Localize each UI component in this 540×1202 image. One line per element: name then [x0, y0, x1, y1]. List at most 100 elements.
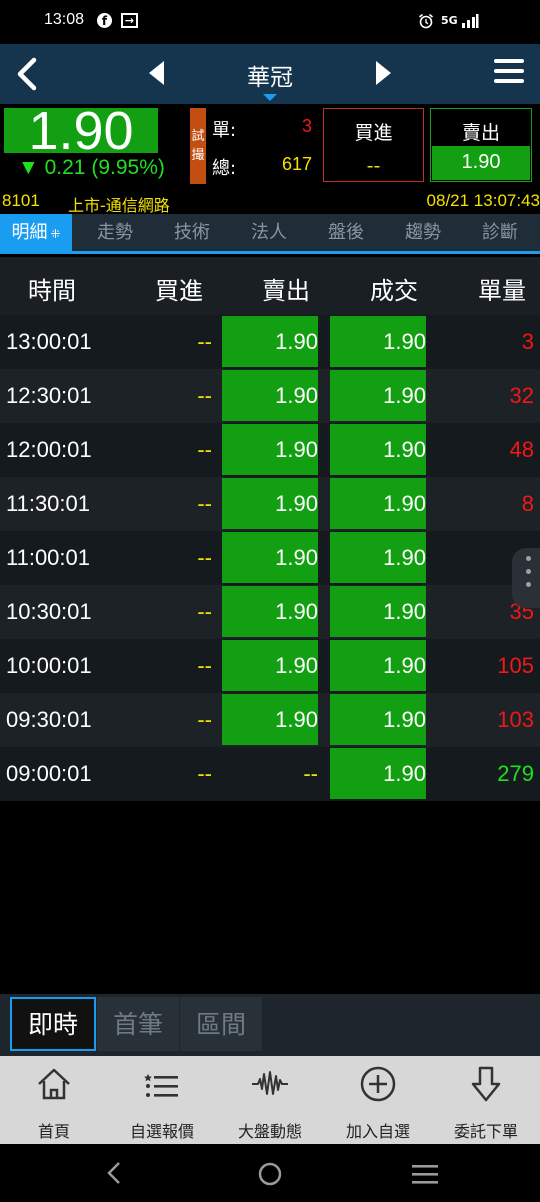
system-home-icon[interactable]: [257, 1161, 283, 1187]
ask-label: 賣出: [461, 122, 500, 144]
menu-icon[interactable]: [494, 59, 524, 89]
row-ask: 1.90: [222, 316, 318, 367]
row-time: 13:00:01: [6, 329, 92, 354]
tab-after-hours[interactable]: 盤後: [311, 214, 381, 251]
last-price: 1.90: [28, 101, 134, 161]
col-volume: 單量: [478, 277, 526, 305]
title-bar: 華冠: [0, 44, 540, 104]
row-bid: --: [197, 437, 212, 462]
nav-market[interactable]: 大盤動態: [216, 1056, 324, 1144]
back-arrow-icon[interactable]: [12, 56, 42, 92]
ask-value: 1.90: [461, 151, 501, 173]
row-time: 12:00:01: [6, 437, 92, 462]
table-header: 時間 買進 賣出 成交 單量: [0, 257, 540, 315]
row-volume: 3: [521, 329, 534, 354]
row-volume: 48: [509, 437, 534, 462]
table-row: 12:30:01 -- 1.90 1.90 32: [0, 369, 540, 423]
stock-code: 8101: [2, 191, 40, 210]
row-bid: --: [197, 383, 212, 408]
plus-circle-icon: [360, 1066, 396, 1102]
tab-diagnosis[interactable]: 診斷: [465, 214, 535, 251]
facebook-icon: f: [97, 13, 112, 28]
table-row: 09:00:01 -- -- 1.90 279: [0, 747, 540, 801]
segment-realtime[interactable]: 即時: [10, 997, 96, 1051]
row-time: 09:30:01: [6, 707, 92, 732]
status-time: 13:08: [44, 11, 85, 28]
col-ask: 賣出: [262, 277, 310, 305]
row-time: 12:30:01: [6, 383, 92, 408]
tab-trend[interactable]: 走勢: [80, 214, 150, 251]
row-trade: 1.90: [330, 694, 426, 745]
row-ask: 1.90: [222, 478, 318, 529]
row-time: 11:30:01: [6, 491, 91, 516]
row-volume: 279: [497, 761, 534, 786]
nav-market-label: 大盤動態: [237, 1122, 302, 1141]
page-title[interactable]: 華冠: [220, 58, 320, 92]
next-stock-icon[interactable]: [374, 60, 392, 86]
stock-info-row: 8101 上市-通信網路 08/21 13:07:43: [0, 190, 540, 215]
tab-details[interactable]: 明細 ⁜: [0, 214, 72, 251]
row-ask: 1.90: [222, 586, 318, 637]
tab-institutional[interactable]: 法人: [234, 214, 304, 251]
row-trade: 1.90: [330, 748, 426, 799]
market-category: 上市-通信網路: [68, 196, 170, 215]
tab-bar: 明細 ⁜ 走勢 技術 法人 盤後 趨勢 診斷: [0, 214, 540, 254]
home-icon: [38, 1068, 70, 1100]
exit-arrow-icon: →: [121, 13, 138, 28]
row-ask: 1.90: [222, 532, 318, 583]
system-navigation-bar: [0, 1144, 540, 1202]
single-volume-value: 3: [301, 116, 312, 136]
nav-home[interactable]: 首頁: [0, 1056, 108, 1144]
table-row: 09:30:01 -- 1.90 1.90 103: [0, 693, 540, 747]
row-time: 09:00:01: [6, 761, 92, 786]
tab-details-label: 明細: [11, 222, 48, 243]
table-row: 10:30:01 -- 1.90 1.90 35: [0, 585, 540, 639]
row-bid: --: [197, 329, 212, 354]
row-trade: 1.90: [330, 586, 426, 637]
system-back-icon[interactable]: [104, 1161, 124, 1185]
row-volume: 105: [497, 653, 534, 678]
table-row: 10:00:01 -- 1.90 1.90 105: [0, 639, 540, 693]
nav-home-label: 首頁: [37, 1122, 70, 1141]
range-segment: 即時 首筆 區間: [0, 994, 540, 1056]
tab-technical[interactable]: 技術: [157, 214, 227, 251]
table-row: 11:00:01 -- 1.90 1.90 4: [0, 531, 540, 585]
quote-panel: 1.90 ▼ 0.21 (9.95%) 試撮 單: 3 總: 617 買進 --…: [0, 101, 540, 190]
table-row: 12:00:01 -- 1.90 1.90 48: [0, 423, 540, 477]
row-volume: 103: [497, 707, 534, 732]
previous-stock-icon[interactable]: [148, 60, 166, 86]
network-type: 5G: [441, 14, 458, 27]
row-bid: --: [197, 599, 212, 624]
nav-order-label: 委託下單: [453, 1122, 518, 1141]
row-trade: 1.90: [330, 316, 426, 367]
ask-value-box: 1.90: [432, 146, 530, 180]
row-trade: 1.90: [330, 424, 426, 475]
status-bar: 13:08 f → 5G: [0, 0, 540, 44]
bid-label: 買進: [354, 122, 393, 144]
row-volume: 32: [509, 383, 534, 408]
tab-tendency[interactable]: 趨勢: [388, 214, 458, 251]
row-ask: 1.90: [222, 424, 318, 475]
bid-box[interactable]: 買進 --: [323, 108, 424, 182]
quote-datetime: 08/21 13:07:43: [426, 191, 540, 210]
row-ask: 1.90: [222, 694, 318, 745]
bottom-navigation: 首頁 自選報價 大盤動態 加入自選 委託下單: [0, 1056, 540, 1144]
row-ask: --: [303, 761, 318, 786]
nav-watchlist-label: 自選報價: [129, 1122, 194, 1141]
table-row: 11:30:01 -- 1.90 1.90 8: [0, 477, 540, 531]
row-ask: 1.90: [222, 370, 318, 421]
row-trade: 1.90: [330, 532, 426, 583]
nav-order[interactable]: 委託下單: [432, 1056, 540, 1144]
alarm-icon: [418, 13, 434, 29]
ask-box[interactable]: 賣出 1.90: [430, 108, 532, 182]
nav-watchlist[interactable]: 自選報價: [108, 1056, 216, 1144]
segment-range[interactable]: 區間: [180, 997, 262, 1051]
row-trade: 1.90: [330, 640, 426, 691]
segment-first[interactable]: 首筆: [97, 997, 179, 1051]
nav-add-watchlist[interactable]: 加入自選: [324, 1056, 432, 1144]
row-trade: 1.90: [330, 478, 426, 529]
row-volume: 8: [521, 491, 534, 516]
side-drawer-handle[interactable]: [512, 548, 540, 608]
system-recents-icon[interactable]: [411, 1163, 439, 1185]
caret-down-icon[interactable]: [263, 94, 277, 101]
